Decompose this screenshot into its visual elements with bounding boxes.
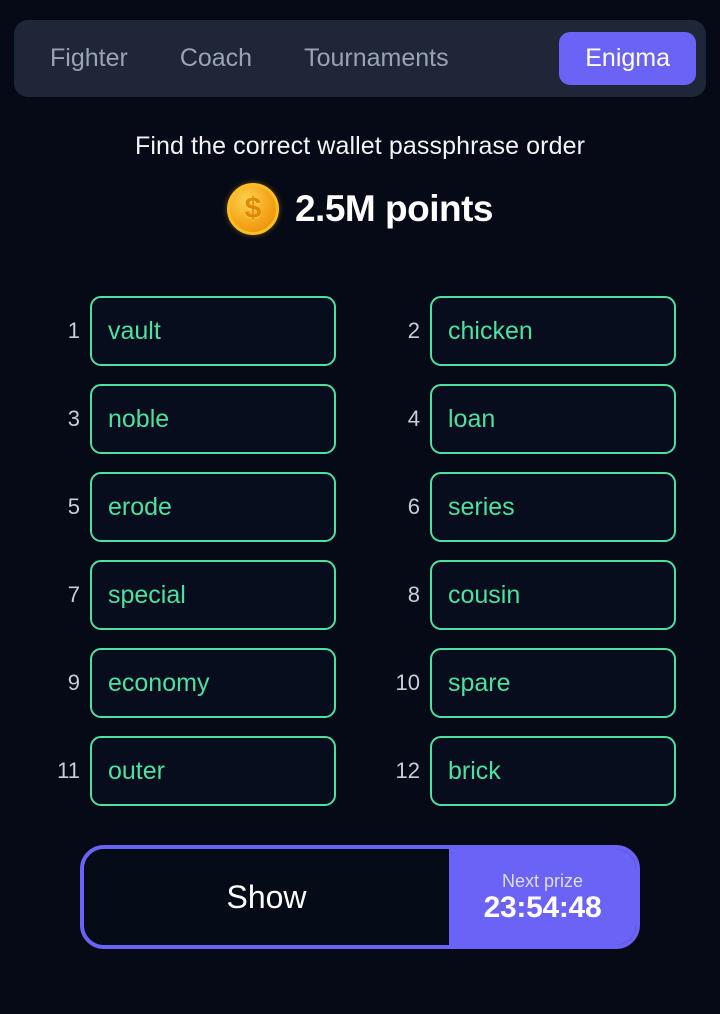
word-cell-8: 8 cousin [384,560,676,630]
word-text: special [108,580,186,609]
word-text: series [448,492,515,521]
word-index: 5 [67,494,80,519]
word-tile[interactable]: series [430,472,676,542]
word-index: 1 [67,318,80,343]
word-text: vault [108,316,161,345]
word-index: 8 [407,582,420,607]
word-index: 4 [407,406,420,431]
word-index: 9 [67,670,80,695]
word-tile[interactable]: outer [90,736,336,806]
word-index: 3 [67,406,80,431]
word-index: 10 [395,670,420,695]
word-tile[interactable]: cousin [430,560,676,630]
word-tile[interactable]: chicken [430,296,676,366]
word-tile[interactable]: loan [430,384,676,454]
next-prize-label: Next prize [501,870,584,891]
word-index: 6 [407,494,420,519]
word-tile[interactable]: vault [90,296,336,366]
word-tile[interactable]: erode [90,472,336,542]
points-value: 2.5M points [294,188,494,229]
points-row: $ 2.5M points [0,183,720,235]
word-tile[interactable]: brick [430,736,676,806]
word-index: 7 [67,582,80,607]
coin-dollar-glyph: $ [244,192,262,225]
tab-tournaments[interactable]: Tournaments [278,32,475,85]
word-cell-4: 4 loan [384,384,676,454]
app-screen: Fighter Coach Tournaments Enigma Find th… [0,0,720,1014]
next-prize-panel[interactable]: Next prize 23:54:48 [449,849,636,945]
word-text: spare [448,668,511,697]
word-cell-9: 9 economy [44,648,336,718]
word-cell-2: 2 chicken [384,296,676,366]
word-index: 11 [57,758,80,783]
word-cell-6: 6 series [384,472,676,542]
word-tile[interactable]: special [90,560,336,630]
tab-enigma[interactable]: Enigma [559,32,696,85]
passphrase-grid: 1 vault 2 chicken 3 noble 4 loan 5 erode… [44,296,676,806]
word-tile[interactable]: noble [90,384,336,454]
word-text: noble [108,404,170,433]
word-text: cousin [448,580,521,609]
word-text: loan [448,404,496,433]
main-tabbar: Fighter Coach Tournaments Enigma [14,20,706,97]
next-prize-timer: 23:54:48 [483,890,602,924]
word-cell-1: 1 vault [44,296,336,366]
word-cell-11: 11 outer [44,736,336,806]
word-text: outer [108,756,165,785]
word-cell-5: 5 erode [44,472,336,542]
word-tile[interactable]: economy [90,648,336,718]
word-text: chicken [448,316,533,345]
word-index: 2 [407,318,420,343]
word-text: brick [448,756,501,785]
bottom-action-bar: Show Next prize 23:54:48 [80,845,640,949]
word-cell-10: 10 spare [384,648,676,718]
word-text: erode [108,492,172,521]
word-cell-3: 3 noble [44,384,336,454]
show-button[interactable]: Show [84,849,449,945]
page-instruction: Find the correct wallet passphrase order [134,132,586,160]
tab-fighter[interactable]: Fighter [24,32,154,85]
word-text: economy [108,668,210,697]
word-tile[interactable]: spare [430,648,676,718]
tab-coach[interactable]: Coach [154,32,278,85]
coin-dollar-icon: $ [226,183,279,235]
word-cell-7: 7 special [44,560,336,630]
word-cell-12: 12 brick [384,736,676,806]
word-index: 12 [395,758,420,783]
